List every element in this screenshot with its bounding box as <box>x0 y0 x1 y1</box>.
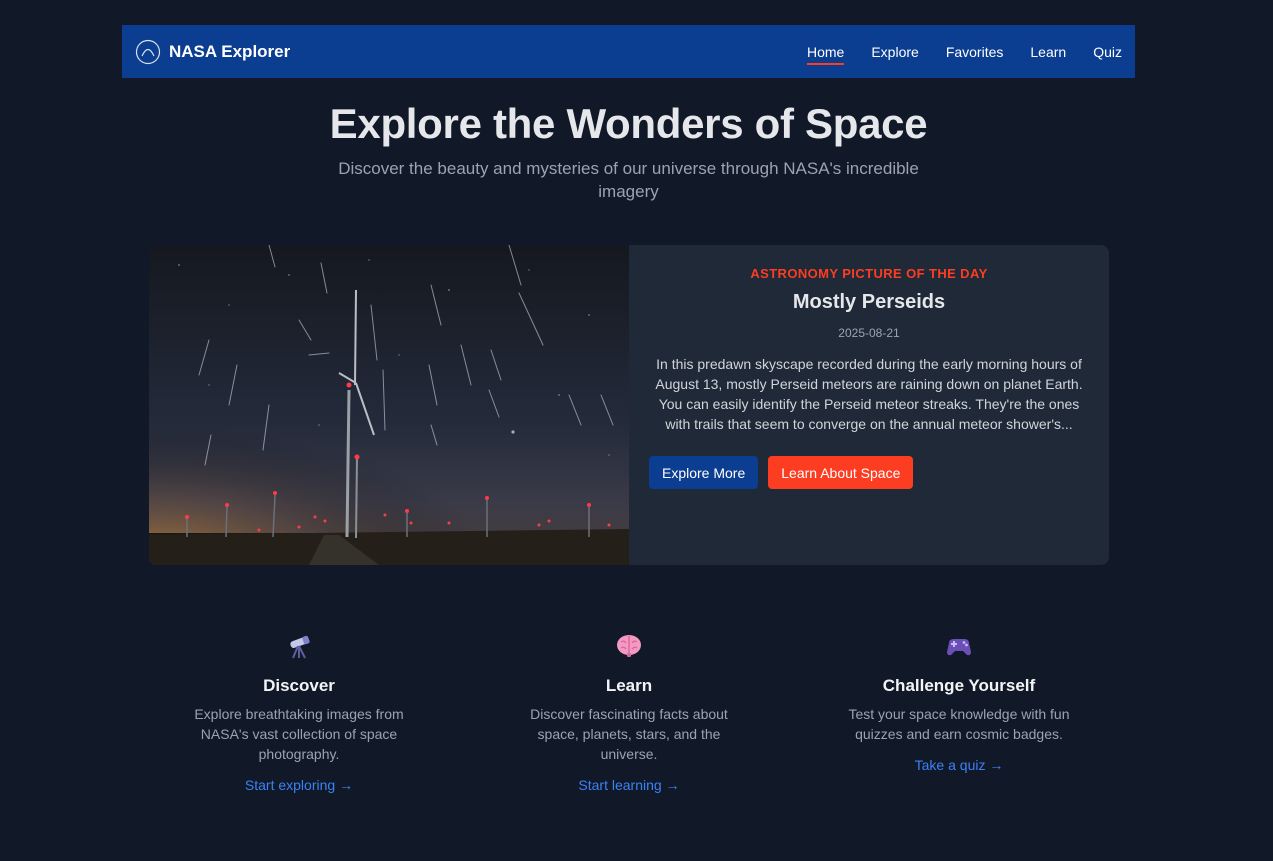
brand[interactable]: NASA Explorer <box>135 39 290 65</box>
apod-body: ASTRONOMY PICTURE OF THE DAY Mostly Pers… <box>629 245 1109 565</box>
telescope-icon <box>134 630 464 662</box>
brain-icon <box>464 630 794 662</box>
apod-description: In this predawn skyscape recorded during… <box>655 356 1083 432</box>
apod-card: ASTRONOMY PICTURE OF THE DAY Mostly Pers… <box>149 245 1109 565</box>
nav-link-explore[interactable]: Explore <box>871 42 918 62</box>
feature-learn: Learn Discover fascinating facts about s… <box>464 630 794 795</box>
apod-date: 2025-08-21 <box>838 326 900 340</box>
apod-image[interactable] <box>149 245 629 565</box>
game-controller-icon <box>794 630 1124 662</box>
nav-link-learn[interactable]: Learn <box>1030 42 1066 62</box>
nasa-logo-icon <box>135 39 161 64</box>
feature-title: Learn <box>605 676 653 695</box>
hero-subtitle: Discover the beauty and mysteries of our… <box>338 159 919 201</box>
feature-description: Explore breathtaking images from NASA's … <box>194 706 404 762</box>
feature-description: Test your space knowledge with fun quizz… <box>848 706 1070 742</box>
nav-link-quiz[interactable]: Quiz <box>1093 42 1122 62</box>
start-exploring-link[interactable]: Start exploring → <box>245 777 353 793</box>
feature-title: Challenge Yourself <box>882 676 1036 695</box>
brand-name: NASA Explorer <box>169 41 291 61</box>
explore-more-button[interactable]: Explore More <box>649 456 759 489</box>
top-navbar: NASA Explorer Home Explore Favorites Lea… <box>122 25 1135 78</box>
feature-title: Discover <box>263 676 335 695</box>
apod-title: Mostly Perseids <box>792 291 946 313</box>
feature-description: Discover fascinating facts about space, … <box>530 706 728 762</box>
features-section: Discover Explore breathtaking images fro… <box>134 630 1124 795</box>
apod-actions: Explore More Learn About Space <box>649 456 1089 489</box>
learn-about-space-button[interactable]: Learn About Space <box>768 456 914 489</box>
start-learning-link[interactable]: Start learning → <box>578 777 679 793</box>
nav-links: Home Explore Favorites Learn Quiz <box>780 42 1122 65</box>
nav-link-favorites[interactable]: Favorites <box>946 42 1004 62</box>
feature-challenge: Challenge Yourself Test your space knowl… <box>794 630 1124 795</box>
apod-label: ASTRONOMY PICTURE OF THE DAY <box>750 266 988 281</box>
take-a-quiz-link[interactable]: Take a quiz → <box>915 757 1004 773</box>
feature-discover: Discover Explore breathtaking images fro… <box>134 630 464 795</box>
hero-title: Explore the Wonders of Space <box>329 100 928 147</box>
nav-link-home[interactable]: Home <box>806 42 845 65</box>
